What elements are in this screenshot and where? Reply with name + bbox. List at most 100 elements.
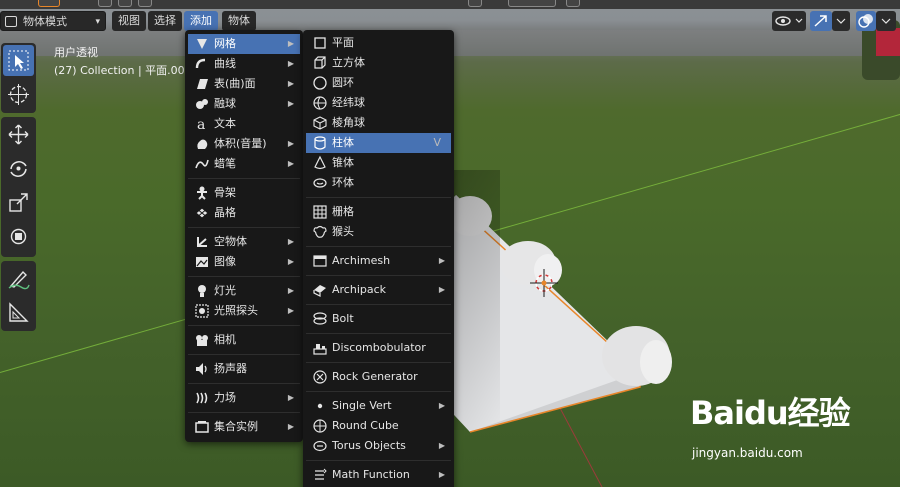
mesh-menu-item[interactable]: 棱角球 (306, 113, 451, 133)
mesh-menu-item[interactable]: 柱体 V (306, 133, 451, 153)
mesh-menu-item[interactable]: Torus Objects ▶ (306, 436, 451, 456)
torus-objects-icon (313, 440, 327, 452)
submenu-arrow-icon: ▶ (438, 441, 445, 450)
mesh-menu-item[interactable]: Math Function ▶ (306, 465, 451, 485)
menu-item-label: 融球 (214, 97, 236, 110)
add-menu-item[interactable]: 扬声器 (188, 359, 300, 379)
menu-select[interactable]: 选择 (148, 11, 182, 31)
surface-icon (197, 79, 208, 89)
round-cube-icon (313, 419, 327, 433)
speaker-icon (196, 363, 207, 375)
mesh-menu-item[interactable]: Archipack ▶ (306, 280, 451, 300)
mesh-menu-item[interactable]: 栅格 (306, 202, 451, 222)
gizmo-toggle[interactable] (810, 11, 832, 31)
mesh-menu-item[interactable]: Discombobulator (306, 338, 451, 358)
menu-separator (306, 275, 451, 276)
tab-handle[interactable] (566, 0, 580, 7)
mesh-menu-item[interactable]: Round Cube (306, 416, 451, 436)
scale-tool[interactable] (3, 187, 34, 218)
visibility-dropdown[interactable] (772, 11, 806, 31)
submenu-arrow-icon: ▶ (287, 237, 294, 246)
submenu-arrow-icon: ▶ (287, 422, 294, 431)
mesh-menu-item[interactable]: 圆环 (306, 73, 451, 93)
add-menu-item[interactable]: 表(曲)面 ▶ (188, 74, 300, 94)
tab-handle[interactable] (508, 0, 556, 7)
menu-view[interactable]: 视图 (112, 11, 146, 31)
empty-icon (197, 237, 207, 247)
tab-handle[interactable] (468, 0, 482, 7)
menu-item-label: Torus Objects (332, 439, 406, 452)
baidu-watermark: Baidu经验 jingyan.baidu.com (690, 388, 895, 468)
text-icon: a (197, 117, 205, 132)
menu-object[interactable]: 物体 (222, 11, 256, 31)
mesh-menu-item[interactable]: Single Vert ▶ (306, 396, 451, 416)
mesh-menu-item[interactable]: Bolt (306, 309, 451, 329)
submenu-arrow-icon: ▶ (287, 139, 294, 148)
uv-sphere-icon (313, 96, 327, 110)
add-menu-item[interactable]: 空物体 ▶ (188, 232, 300, 252)
add-menu-item[interactable]: 骨架 (188, 183, 300, 203)
menu-item-label: 灯光 (214, 284, 236, 297)
object-mode-icon (5, 16, 17, 27)
overlay-dropdown[interactable] (876, 11, 896, 31)
rotate-tool[interactable] (3, 153, 34, 184)
add-menu-item[interactable]: 曲线 ▶ (188, 54, 300, 74)
menu-add[interactable]: 添加 (184, 11, 218, 31)
mesh-menu-item[interactable]: 经纬球 (306, 93, 451, 113)
annotate-tool[interactable] (3, 263, 34, 294)
mesh-menu-item[interactable]: 锥体 (306, 153, 451, 173)
add-menu: 网格 ▶ 曲线 ▶ 表(曲)面 ▶ 融球 ▶ a 文本 体积(音量) ▶ 蜡笔 ▶ 骨架 晶格 空物体 ▶ 图像 ▶ 灯… (185, 30, 303, 442)
tab-handle[interactable] (138, 0, 152, 7)
menu-item-label: Round Cube (332, 419, 399, 432)
cursor-tool[interactable] (3, 79, 34, 110)
math-function-icon (315, 468, 327, 480)
mesh-icon (197, 39, 207, 49)
volume-icon (197, 139, 208, 149)
image-icon (196, 257, 208, 267)
menu-item-label: Math Function (332, 468, 410, 481)
mesh-menu-item[interactable]: 环体 (306, 173, 451, 193)
tab-handle[interactable] (98, 0, 112, 7)
move-tool[interactable] (3, 119, 34, 150)
annotate-tool-group (1, 261, 36, 331)
select-box-tool[interactable] (3, 45, 34, 76)
add-menu-item[interactable]: 光照探头 ▶ (188, 301, 300, 321)
gizmo-dropdown[interactable] (832, 11, 850, 31)
add-menu-item[interactable]: a 文本 (188, 114, 300, 134)
overlay-toggle[interactable] (856, 11, 876, 31)
measure-tool[interactable] (3, 297, 34, 328)
add-menu-item[interactable]: 相机 (188, 330, 300, 350)
add-menu-item[interactable]: 图像 ▶ (188, 252, 300, 272)
add-menu-item[interactable]: 体积(音量) ▶ (188, 134, 300, 154)
light-icon (198, 285, 206, 297)
object-mode-select[interactable]: 物体模式 ▾ (0, 11, 106, 31)
add-menu-item[interactable]: 融球 ▶ (188, 94, 300, 114)
watermark-logo: Baidu经验 (690, 394, 851, 432)
monkey-icon (313, 225, 327, 238)
add-menu-item[interactable]: 力场 ▶ (188, 388, 300, 408)
add-menu-item[interactable]: 集合实例 ▶ (188, 417, 300, 437)
cone-icon (314, 155, 326, 170)
light-probe-icon (195, 304, 209, 318)
tab-handle[interactable] (38, 0, 60, 7)
add-menu-item[interactable]: 晶格 (188, 203, 300, 223)
lattice-icon (195, 207, 209, 219)
tab-handle[interactable] (118, 0, 132, 7)
curve-icon (195, 58, 206, 69)
mesh-menu-item[interactable]: 平面 (306, 33, 451, 53)
mesh-menu-item[interactable]: 立方体 (306, 53, 451, 73)
menu-item-label: 力场 (214, 391, 236, 404)
mesh-menu-item[interactable]: Rock Generator (306, 367, 451, 387)
menu-separator (188, 383, 300, 384)
menu-item-label: 栅格 (332, 205, 354, 218)
transform-tool[interactable] (3, 221, 34, 252)
menu-item-label: 棱角球 (332, 116, 365, 129)
add-menu-item[interactable]: 网格 ▶ (188, 34, 300, 54)
submenu-arrow-icon: ▶ (438, 256, 445, 265)
mesh-menu-item[interactable]: 猴头 (306, 222, 451, 242)
submenu-arrow-icon: ▶ (287, 306, 294, 315)
add-menu-item[interactable]: 灯光 ▶ (188, 281, 300, 301)
add-menu-item[interactable]: 蜡笔 ▶ (188, 154, 300, 174)
torus-icon (313, 178, 327, 188)
mesh-menu-item[interactable]: Archimesh ▶ (306, 251, 451, 271)
